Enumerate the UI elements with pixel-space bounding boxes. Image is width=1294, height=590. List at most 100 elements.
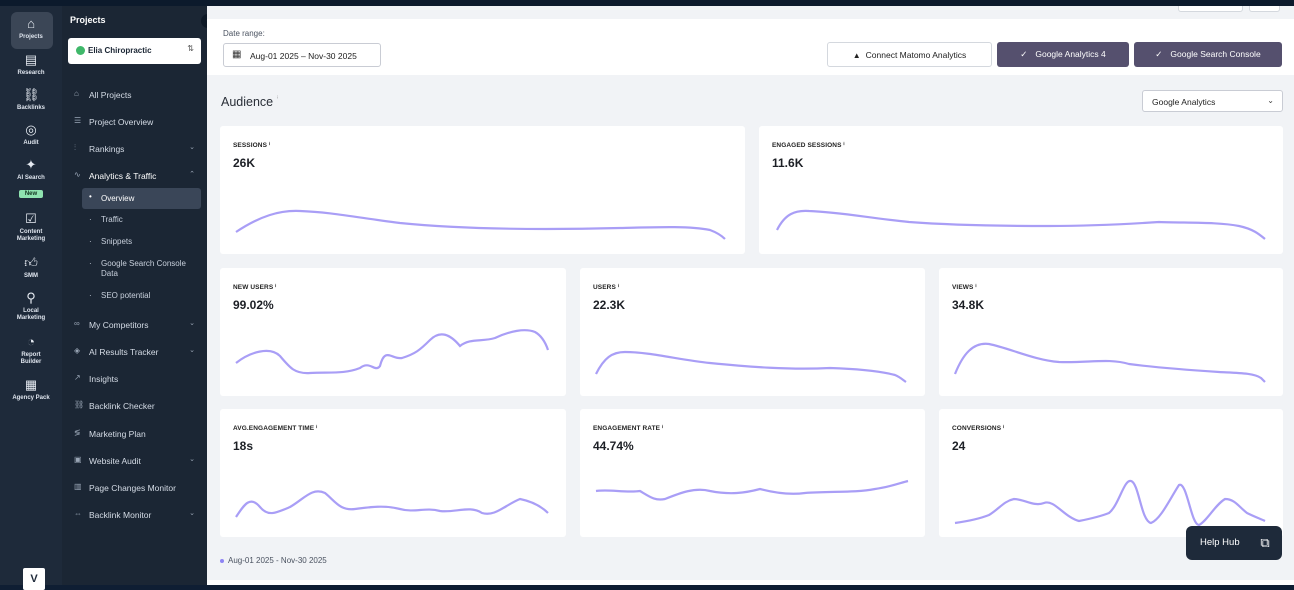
- research-icon: ▤: [24, 52, 38, 67]
- analytics-source-select[interactable]: Google Analytics ⌄: [1142, 90, 1283, 112]
- new-badge: New: [18, 190, 44, 198]
- nav-sub-snippets[interactable]: · Snippets: [82, 233, 201, 251]
- legend-dot-icon: [220, 558, 224, 563]
- rail-ai-search[interactable]: ✦ AI Search New: [0, 157, 62, 200]
- check-icon: ✓: [1155, 49, 1163, 59]
- help-hub-button[interactable]: Help Hub ⧉: [1186, 526, 1282, 560]
- rail-audit[interactable]: ◎ Audit: [0, 122, 62, 147]
- rail-label: Backlinks: [16, 105, 46, 111]
- rail-projects[interactable]: ⌂ Projects: [0, 12, 62, 49]
- rail-backlinks[interactable]: ⛓ Backlinks: [0, 87, 62, 112]
- top-control-button[interactable]: [1178, 6, 1243, 12]
- info-icon: ⁱ: [276, 96, 278, 103]
- nav-item-page-changes-monitor[interactable]: ▥ Page Changes Monitor: [62, 479, 207, 497]
- avg-engagement-time-card: AVG.ENGAGEMENT TIME ⁱ 18s: [220, 409, 566, 537]
- chevron-down-icon: ⌄: [189, 144, 195, 151]
- nav-sub-traffic[interactable]: · Traffic: [82, 211, 201, 229]
- nav-sub-overview[interactable]: • Overview: [82, 188, 201, 209]
- sessions-sparkline: [235, 209, 726, 240]
- nav-item-ai-results-tracker[interactable]: ◈ AI Results Tracker ⌄: [62, 343, 207, 361]
- views-card: VIEWS ⁱ 34.8K: [939, 268, 1283, 396]
- bullet-icon: ·: [89, 215, 92, 224]
- rail-label: AI Search: [17, 175, 45, 181]
- project-name: Elia Chiropractic: [88, 46, 152, 55]
- top-control-button[interactable]: [1249, 6, 1280, 12]
- date-range-value: Aug-01 2025 – Nov-30 2025: [250, 51, 357, 61]
- project-selector[interactable]: Elia Chiropractic ⇅: [68, 38, 201, 64]
- chevron-up-icon: ⌃: [189, 171, 195, 178]
- audience-title-text: Audience: [221, 95, 274, 109]
- nav-item-website-audit[interactable]: ▣ Website Audit ⌄: [62, 452, 207, 470]
- bottom-panel-edge: [207, 580, 1294, 585]
- nav-label: Backlink Checker: [89, 401, 155, 411]
- rail-local-marketing[interactable]: ⚲ Local Marketing: [0, 290, 62, 322]
- button-label: Google Analytics 4: [1035, 49, 1106, 59]
- connect-matomo-button[interactable]: ▲ Connect Matomo Analytics: [827, 42, 992, 67]
- legend-label: Aug-01 2025 - Nov-30 2025: [228, 556, 327, 565]
- competitors-icon: ∞: [74, 319, 80, 328]
- building-icon: ▦: [24, 377, 38, 392]
- google-search-console-button[interactable]: ✓ Google Search Console: [1134, 42, 1282, 67]
- nav-item-rankings[interactable]: ⫶ Rankings ⌄: [62, 140, 207, 158]
- nav-item-project-overview[interactable]: ☰ Project Overview: [62, 113, 207, 131]
- users-sparkline: [595, 350, 907, 383]
- audit-icon: ▣: [74, 455, 82, 464]
- rail-report-builder[interactable]: ◔ Report Builder: [0, 334, 62, 366]
- chevron-down-icon: ⌄: [1267, 96, 1274, 105]
- engagement-rate-card: ENGAGEMENT RATE ⁱ 44.74%: [580, 409, 925, 537]
- nav-label: Overview: [101, 194, 135, 203]
- nav-item-backlink-monitor[interactable]: ⇔ Backlink Monitor ⌄: [62, 506, 207, 524]
- nav-label: AI Results Tracker: [89, 347, 159, 357]
- rail-label: Content Marketing: [16, 229, 46, 242]
- nav-item-analytics-traffic[interactable]: ∿ Analytics & Traffic ⌃: [62, 167, 207, 185]
- nav-label: Backlink Monitor: [89, 510, 152, 520]
- nav-label: Google Search Console Data: [101, 259, 186, 278]
- conversions-sparkline: [954, 479, 1266, 527]
- nav-label: My Competitors: [89, 320, 149, 330]
- nav-sub-gsc-data[interactable]: · Google Search Console Data: [82, 255, 201, 283]
- check-icon: ✓: [1020, 49, 1028, 59]
- insights-icon: ↗: [74, 373, 81, 382]
- nav-item-all-projects[interactable]: ⌂ All Projects: [62, 86, 207, 104]
- brand-logo[interactable]: V: [23, 568, 45, 590]
- nav-item-marketing-plan[interactable]: ≶ Marketing Plan: [62, 425, 207, 443]
- rail-content-marketing[interactable]: ☑ Content Marketing: [0, 211, 62, 243]
- chart-legend: Aug-01 2025 - Nov-30 2025: [220, 556, 327, 565]
- nav-sub-seo-potential[interactable]: · SEO potential: [82, 287, 201, 305]
- bullet-icon: •: [89, 192, 92, 201]
- nav-item-insights[interactable]: ↗ Insights: [62, 370, 207, 388]
- nav-label: SEO potential: [101, 291, 151, 300]
- top-controls-row: [207, 6, 1294, 19]
- nav-label: Page Changes Monitor: [89, 483, 176, 493]
- project-sidebar: Projects ‹ Elia Chiropractic ⇅ ⌂All Proj…: [62, 6, 215, 585]
- date-range-picker[interactable]: ▦ Aug-01 2025 – Nov-30 2025: [223, 43, 381, 67]
- button-label: Google Search Console: [1170, 49, 1261, 59]
- bar-chart-icon: ⫶: [74, 143, 76, 152]
- rail-label: Research: [17, 70, 45, 76]
- bullet-icon: ·: [89, 291, 92, 300]
- link-icon: ⇔: [74, 509, 82, 518]
- nav-item-backlink-checker[interactable]: ⛓ Backlink Checker: [62, 397, 207, 415]
- chevron-down-icon: ⌄: [189, 320, 195, 327]
- nav-label: Traffic: [101, 215, 123, 224]
- home-icon: ⌂: [27, 16, 35, 31]
- new-users-sparkline: [235, 329, 550, 375]
- google-analytics-4-button[interactable]: ✓ Google Analytics 4: [997, 42, 1129, 67]
- rail-label: Report Builder: [20, 352, 42, 365]
- button-label: Connect Matomo Analytics: [865, 50, 967, 60]
- source-value: Google Analytics: [1152, 97, 1216, 107]
- rail-label: SMM: [24, 273, 38, 279]
- nav-label: All Projects: [89, 90, 132, 100]
- matomo-icon: ▲: [852, 51, 861, 60]
- content-icon: ☑: [25, 211, 37, 226]
- nav-item-my-competitors[interactable]: ∞ My Competitors ⌄: [62, 316, 207, 334]
- nav-label: Analytics & Traffic: [89, 171, 157, 181]
- sessions-card: SESSIONS ⁱ 26K: [220, 126, 745, 254]
- rail-research[interactable]: ▤ Research: [0, 52, 62, 77]
- rail-agency-pack[interactable]: ▦ Agency Pack: [0, 377, 62, 402]
- rail-smm[interactable]: 👍︎ SMM: [0, 255, 62, 280]
- conversions-card: CONVERSIONS ⁱ 24: [939, 409, 1283, 537]
- project-favicon-icon: [76, 46, 85, 55]
- chevron-down-icon: ⌄: [189, 347, 195, 354]
- bullet-icon: ·: [89, 259, 92, 268]
